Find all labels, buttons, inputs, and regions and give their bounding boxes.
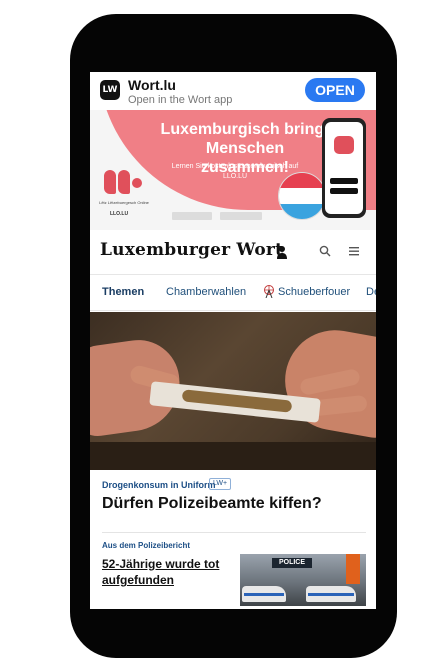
ad-logo-name: LLO.LU [110,211,129,217]
ad-subline: Lernen Sie kostenlos Luxemburgisch auf L… [171,163,299,180]
article-headline[interactable]: 52-Jährige wurde tot aufgefunden [102,556,232,588]
advertisement-banner[interactable]: Luxemburgisch bringt Menschen zusammen! … [90,110,376,230]
ad-logo-caption: Lëtz Lëtzebuergesch Online [99,200,149,205]
search-icon[interactable] [319,245,331,257]
site-header: Luxemburger Wort [90,230,376,275]
article-kicker[interactable]: Aus dem Polizeibericht [102,541,190,550]
open-app-button[interactable]: OPEN [305,78,365,102]
app-subtitle: Open in the Wort app [128,94,233,106]
app-name: Wort.lu [128,77,176,93]
partner-logo [172,212,212,220]
divider [102,532,366,533]
ad-phone-illustration [322,118,366,218]
topic-navigation: Themen Chamberwahlen Schueberfouer De [90,274,376,311]
menu-icon[interactable] [349,246,359,256]
site-logo[interactable]: Luxemburger Wort [100,240,283,260]
partner-logo [220,212,262,220]
article-hero-image[interactable] [90,312,376,470]
article-kicker[interactable]: Drogenkonsum in Uniform [102,480,216,490]
nav-item-chamberwahlen[interactable]: Chamberwahlen [166,286,246,298]
app-banner[interactable]: LW Wort.lu Open in the Wort app OPEN [90,72,376,110]
nav-item-themen[interactable]: Themen [102,286,144,298]
police-sign: POLICE [272,558,312,568]
phone-screen: LW Wort.lu Open in the Wort app OPEN Lux… [90,72,376,609]
user-icon[interactable] [276,245,288,259]
article-thumbnail[interactable]: POLICE [240,554,366,606]
nav-item-schueberfouer[interactable]: Schueberfouer [278,286,350,298]
article-headline[interactable]: Dürfen Polizeibeamte kiffen? [102,495,322,513]
llo-logo-icon [104,168,142,196]
premium-badge: LW+ [209,478,232,490]
luxembourg-flag-icon [278,172,326,220]
nav-item-more[interactable]: De [366,286,376,298]
app-icon: LW [100,80,120,100]
ferris-wheel-icon [264,285,274,298]
